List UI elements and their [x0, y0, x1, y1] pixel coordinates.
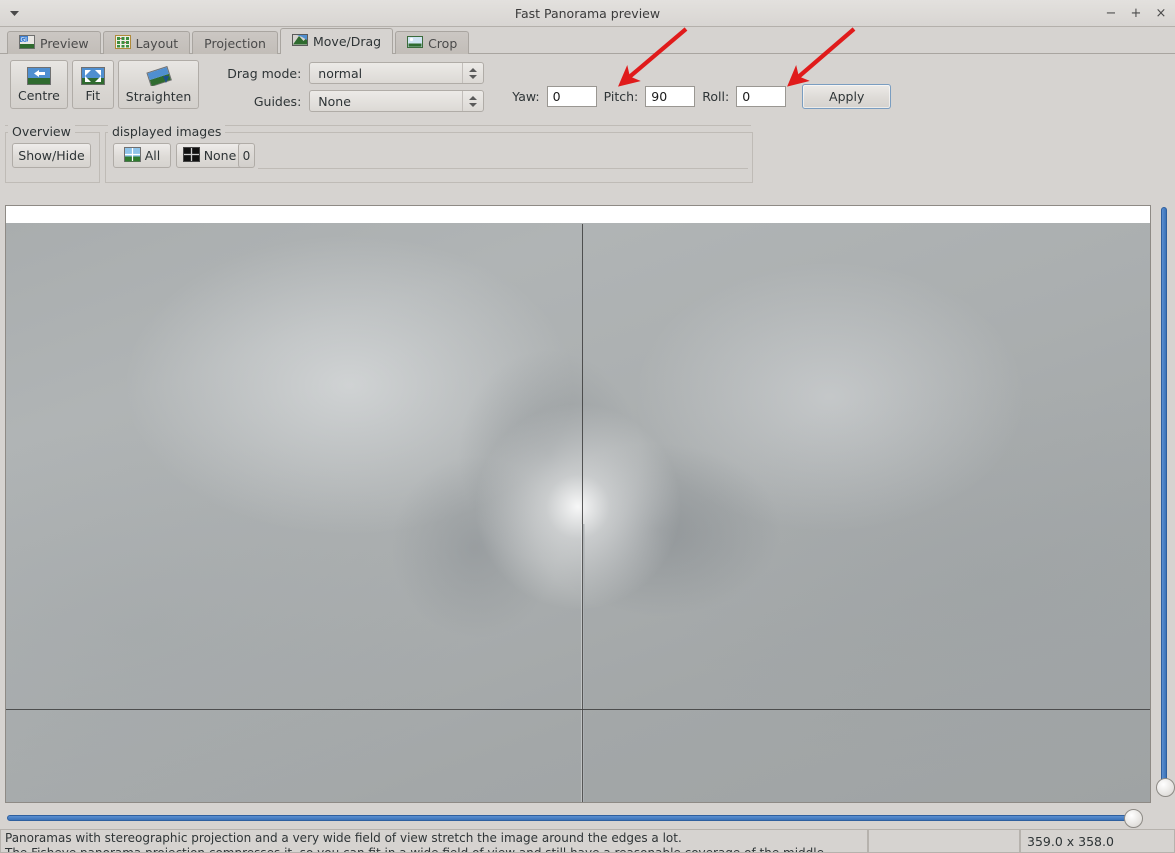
vertical-slider-track[interactable]	[1161, 207, 1167, 783]
tab-crop-label: Crop	[428, 36, 457, 51]
move-drag-toolbar: Centre Fit	[0, 54, 1175, 126]
yaw-label: Yaw:	[512, 89, 539, 104]
all-images-button[interactable]: All	[113, 143, 171, 168]
tab-projection-label: Projection	[204, 36, 266, 51]
status-hint-line-1: Panoramas with stereographic projection …	[5, 831, 828, 846]
horizontal-pan-slider[interactable]	[5, 808, 1151, 827]
centre-image-icon	[27, 67, 51, 88]
roll-label: Roll:	[702, 89, 729, 104]
drag-mode-value: normal	[318, 66, 362, 81]
apply-button[interactable]: Apply	[802, 84, 891, 109]
tab-preview[interactable]: GL Preview	[7, 31, 101, 54]
displayed-images-count[interactable]: 0	[238, 143, 255, 168]
fit-button[interactable]: Fit	[72, 60, 114, 109]
pitch-input[interactable]: 90	[645, 86, 695, 107]
image-action-buttons: Centre Fit	[10, 60, 199, 109]
preview-gl-icon: GL	[19, 35, 35, 52]
horizontal-slider-handle[interactable]	[1124, 809, 1143, 828]
svg-text:GL: GL	[21, 36, 30, 43]
minimize-icon[interactable]: −	[1105, 7, 1117, 20]
no-images-button[interactable]: None	[176, 143, 243, 168]
fit-image-icon	[81, 67, 105, 88]
status-dimensions: 359.0 x 358.0	[1020, 829, 1175, 853]
title-bar: Fast Panorama preview − + ×	[0, 0, 1175, 27]
status-secondary-panel	[868, 829, 1020, 853]
tab-layout-label: Layout	[136, 36, 179, 51]
status-hint-panel: Panoramas with stereographic projection …	[0, 829, 868, 853]
panorama-preview-canvas[interactable]	[5, 205, 1151, 803]
vertical-slider-handle[interactable]	[1156, 778, 1175, 797]
roll-input[interactable]: 0	[736, 86, 786, 107]
fit-button-label: Fit	[85, 90, 100, 103]
status-bar: Panoramas with stereographic projection …	[0, 829, 1175, 853]
guides-spinner-icon[interactable]	[462, 91, 483, 111]
guides-row: Guides: None	[221, 90, 484, 112]
horizontal-slider-track[interactable]	[7, 815, 1131, 821]
tab-projection[interactable]: Projection	[192, 31, 278, 54]
pitch-label: Pitch:	[604, 89, 639, 104]
caret-down-icon	[469, 103, 477, 107]
window-title: Fast Panorama preview	[0, 6, 1175, 21]
straighten-button-label: Straighten	[126, 91, 191, 104]
application-window: Fast Panorama preview − + × GL Preview	[0, 0, 1175, 853]
panorama-image	[6, 223, 1150, 802]
show-hide-button-label: Show/Hide	[18, 148, 84, 163]
all-images-icon	[124, 147, 141, 165]
crosshair-horizontal-line	[6, 709, 1150, 710]
overview-group-label: Overview	[8, 124, 75, 139]
guides-value: None	[318, 94, 351, 109]
caret-up-icon	[469, 68, 477, 72]
show-hide-button[interactable]: Show/Hide	[12, 143, 91, 168]
no-images-icon	[183, 147, 200, 165]
drag-settings: Drag mode: normal Guides: None	[221, 60, 484, 112]
all-images-button-label: All	[145, 148, 161, 163]
tab-move-drag[interactable]: Move/Drag	[280, 28, 393, 54]
centre-button[interactable]: Centre	[10, 60, 68, 109]
maximize-icon[interactable]: +	[1130, 7, 1142, 20]
drag-mode-label: Drag mode:	[221, 66, 301, 81]
tab-bar: GL Preview Layout Projection	[0, 27, 1175, 54]
straighten-image-icon	[146, 66, 172, 89]
drag-mode-spinner-icon[interactable]	[462, 63, 483, 83]
close-icon[interactable]: ×	[1155, 7, 1167, 20]
drag-mode-row: Drag mode: normal	[221, 62, 484, 84]
window-menu-icon[interactable]	[9, 0, 20, 26]
displayed-images-group-label: displayed images	[108, 124, 225, 139]
centre-button-label: Centre	[18, 90, 60, 103]
tab-layout[interactable]: Layout	[103, 31, 191, 54]
layout-grid-icon	[115, 35, 131, 52]
caret-down-icon	[469, 75, 477, 79]
yaw-input[interactable]: 0	[547, 86, 597, 107]
vertical-pan-slider[interactable]	[1155, 205, 1174, 803]
overview-and-images-row: Overview Show/Hide displayed images All	[0, 126, 1175, 183]
orientation-controls: Yaw: 0 Pitch: 90 Roll: 0 Apply	[512, 60, 891, 109]
guides-label: Guides:	[221, 94, 301, 109]
straighten-button[interactable]: Straighten	[118, 60, 199, 109]
crosshair-vertical-line	[582, 224, 583, 802]
guides-select[interactable]: None	[309, 90, 484, 112]
caret-up-icon	[469, 96, 477, 100]
tab-preview-label: Preview	[40, 36, 89, 51]
move-drag-icon	[292, 33, 308, 50]
images-scroll-divider	[258, 168, 748, 169]
window-controls: − + ×	[1105, 0, 1167, 26]
tab-crop[interactable]: Crop	[395, 31, 469, 54]
no-images-button-label: None	[204, 148, 237, 163]
tab-move-drag-label: Move/Drag	[313, 34, 381, 49]
canvas-top-margin	[6, 206, 1150, 223]
status-hint-line-2: The Fisheye panorama projection compress…	[5, 846, 828, 853]
crop-image-icon	[407, 35, 423, 52]
drag-mode-select[interactable]: normal	[309, 62, 484, 84]
